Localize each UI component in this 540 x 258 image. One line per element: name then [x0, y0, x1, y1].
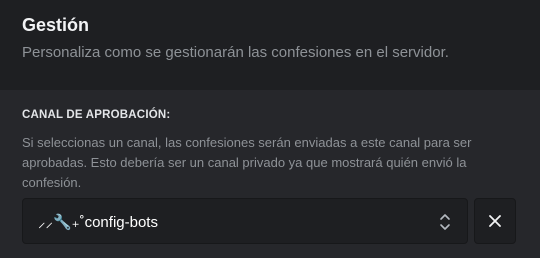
approval-channel-select[interactable]: ⸝⸝🔧₊˚config-bots [22, 198, 468, 244]
approval-channel-description: Si seleccionas un canal, las confesiones… [22, 135, 472, 190]
close-icon [489, 215, 501, 227]
page-title: Gestión [22, 15, 90, 35]
page-subtitle: Personaliza como se gestionarán las conf… [22, 44, 449, 61]
clear-channel-button[interactable] [474, 198, 516, 244]
approval-channel-section: CANAL DE APROBACIÓN: Si seleccionas un c… [0, 90, 540, 258]
settings-header: Gestión Personaliza como se gestionarán … [0, 0, 540, 90]
approval-channel-label: CANAL DE APROBACIÓN: [22, 109, 171, 121]
chevron-up-down-icon [439, 213, 451, 231]
selected-channel-value: ⸝⸝🔧₊˚config-bots [38, 214, 158, 231]
